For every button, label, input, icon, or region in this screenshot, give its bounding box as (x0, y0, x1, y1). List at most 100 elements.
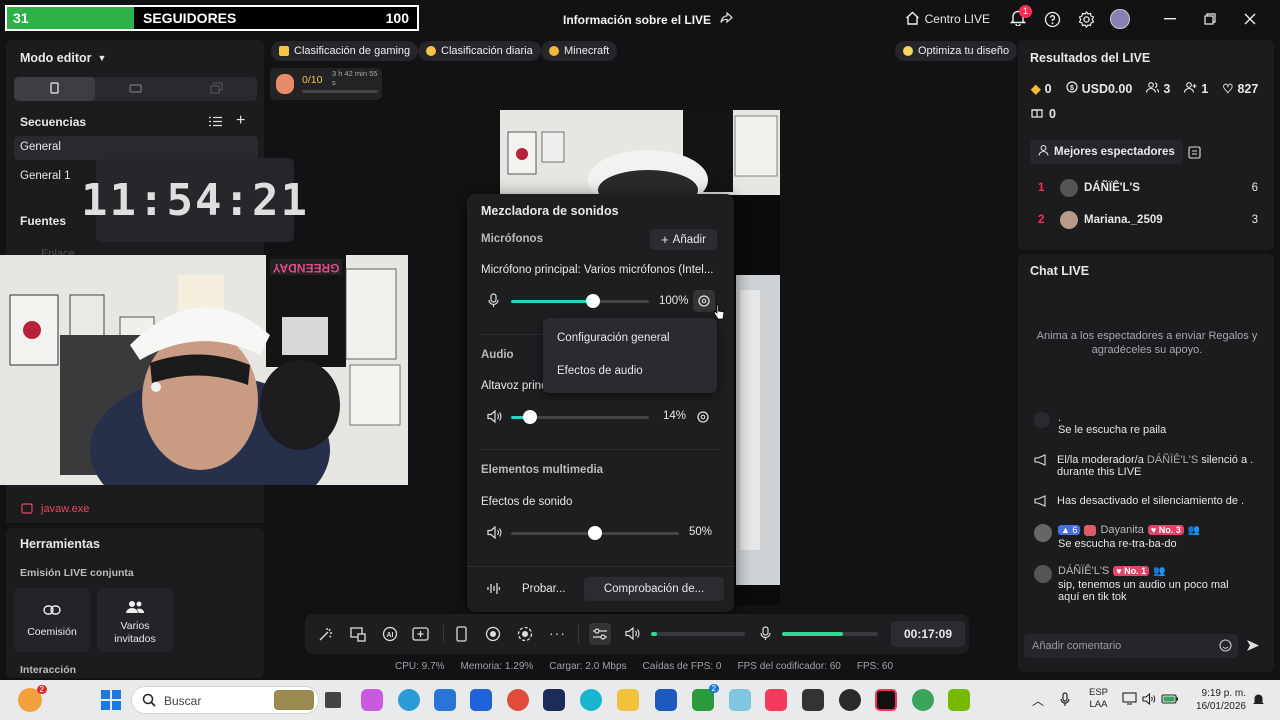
dropbox-icon[interactable] (470, 689, 492, 711)
taskbar-search[interactable]: Buscar (131, 686, 319, 714)
fish-app-icon[interactable] (729, 689, 751, 711)
tiktok-live-icon[interactable] (875, 689, 897, 711)
gift-icon (1031, 106, 1043, 121)
list-view-icon[interactable] (209, 116, 222, 130)
toolbar-divider (443, 625, 444, 643)
xbox-icon[interactable]: 2 (692, 684, 719, 711)
add-sequence-icon[interactable]: + (236, 113, 245, 129)
menu-item-efectos[interactable]: Efectos de audio (557, 365, 643, 377)
mic-volume-slider[interactable] (511, 294, 649, 308)
send-icon[interactable] (1246, 639, 1260, 655)
clock[interactable]: 9:19 p. m. 16/01/2026 (1192, 687, 1246, 713)
settings-gear-icon[interactable] (1076, 9, 1096, 29)
menu-item-configuracion[interactable]: Configuración general (557, 332, 670, 344)
app-icon[interactable] (543, 689, 565, 711)
optimiza-button[interactable]: Optimiza tu diseño (895, 41, 1018, 61)
notification-center-icon[interactable] (1252, 692, 1265, 710)
pill-clasificacion-diaria[interactable]: Clasificación diaria (418, 41, 541, 61)
language-indicator[interactable]: ESP LAA (1089, 687, 1108, 711)
effects-volume-pct: 50% (689, 526, 713, 538)
speaker-settings-icon[interactable] (696, 410, 710, 427)
effects-volume-knob[interactable] (588, 526, 602, 540)
minimize-icon[interactable] (1160, 9, 1180, 29)
tray-chevron-icon[interactable]: ︿ (1032, 692, 1044, 709)
speaker-icon[interactable] (487, 409, 502, 426)
microphone-icon[interactable] (488, 293, 499, 311)
help-icon[interactable] (1042, 9, 1062, 29)
tray-mic-icon[interactable] (1060, 692, 1070, 710)
effects-speaker-icon[interactable] (487, 525, 502, 542)
store-icon[interactable] (434, 689, 456, 711)
source-javaw[interactable]: javaw.exe (6, 495, 264, 523)
pill-label: Minecraft (564, 45, 610, 57)
add-mic-button[interactable]: + Añadir (650, 229, 717, 250)
word-icon[interactable] (655, 689, 677, 711)
file-explorer-icon[interactable] (617, 689, 639, 711)
network-icon[interactable] (1122, 692, 1137, 708)
weather-widget[interactable]: 2 (18, 685, 47, 712)
comment-placeholder: Añadir comentario (1032, 640, 1122, 652)
task-view-icon[interactable] (325, 692, 341, 708)
chrome-profile-icon[interactable] (912, 689, 934, 711)
mixer-toggle-icon[interactable] (589, 623, 611, 645)
dual-mode-button[interactable] (176, 77, 257, 101)
notifications-button[interactable]: 1 (1008, 5, 1032, 29)
varios-invitados-button[interactable]: Varios invitados (97, 588, 173, 652)
emoji-icon[interactable] (1219, 639, 1232, 655)
gem-icon: ◆ (1031, 82, 1041, 96)
comprobacion-button[interactable]: Comprobación de... (584, 577, 724, 601)
record-icon[interactable] (485, 626, 501, 645)
magic-wand-icon[interactable] (318, 626, 334, 645)
mic-settings-icon[interactable] (693, 290, 715, 312)
top-viewer-row[interactable]: 2 Mariana._2509 3 (1038, 210, 1258, 230)
sequence-item-general[interactable]: General (14, 136, 258, 160)
mejores-espectadores-tab[interactable]: Mejores espectadores (1030, 140, 1183, 164)
game-app-icon[interactable] (839, 689, 861, 711)
interaccion-heading: Interacción (20, 664, 77, 676)
mixer-title: Mezcladora de sonidos (481, 204, 619, 218)
top-bar: 31 SEGUIDORES 100 Información sobre el L… (0, 0, 1280, 38)
comment-input[interactable]: Añadir comentario (1024, 634, 1238, 658)
canva-icon[interactable] (580, 689, 602, 711)
phone-icon[interactable] (456, 626, 467, 645)
coemision-button[interactable]: Coemisión (14, 588, 90, 652)
effects-volume-slider[interactable] (511, 526, 679, 540)
toolbar-mic-icon[interactable] (760, 626, 771, 644)
music-icon[interactable] (765, 689, 787, 711)
portrait-mode-button[interactable] (14, 77, 95, 101)
chrome-icon[interactable] (507, 689, 529, 711)
chat-user: DÁÑÏÊ'L'S (1058, 565, 1110, 577)
camera-effects-icon[interactable] (517, 626, 533, 645)
nvidia-icon[interactable] (948, 689, 970, 711)
layout-icon[interactable] (350, 626, 366, 645)
landscape-mode-button[interactable] (95, 77, 176, 101)
add-source-icon[interactable] (412, 626, 429, 645)
chat-text-1: sip, tenemos un audio un poco mal (1058, 579, 1229, 591)
board-icon[interactable] (1188, 146, 1201, 162)
live-info-link[interactable]: Información sobre el LIVE (563, 11, 734, 27)
close-icon[interactable] (1240, 9, 1260, 29)
pill-clasificacion-gaming[interactable]: Clasificación de gaming (271, 41, 419, 61)
follow-icon (1184, 81, 1197, 96)
centro-live-button[interactable]: Centro LIVE (905, 11, 990, 28)
probar-button[interactable]: Probar... (522, 583, 565, 595)
windows-start-icon[interactable] (101, 690, 121, 713)
toolbar-speaker-icon[interactable] (625, 626, 640, 643)
sequence-item-general-1[interactable]: General 1 (20, 170, 71, 182)
obs-app-icon[interactable] (802, 689, 824, 711)
speaker-volume-slider[interactable] (511, 410, 649, 424)
restore-icon[interactable] (1200, 9, 1220, 29)
top-viewer-row[interactable]: 1 DÁÑÏÊ'L'S 6 (1038, 178, 1258, 198)
modo-editor-dropdown[interactable]: Modo editor ▼ (20, 51, 106, 65)
speaker-volume-knob[interactable] (523, 410, 537, 424)
mic-volume-knob[interactable] (586, 294, 600, 308)
copilot-icon[interactable] (361, 689, 383, 711)
svg-text:AI: AI (387, 632, 394, 639)
battery-icon[interactable] (1161, 693, 1179, 708)
volume-icon[interactable] (1142, 692, 1156, 708)
more-icon[interactable]: ··· (549, 626, 566, 640)
ai-icon[interactable]: AI (382, 626, 398, 645)
avatar[interactable] (1110, 9, 1130, 29)
pill-minecraft[interactable]: Minecraft (541, 41, 618, 61)
edge-icon[interactable] (398, 689, 420, 711)
